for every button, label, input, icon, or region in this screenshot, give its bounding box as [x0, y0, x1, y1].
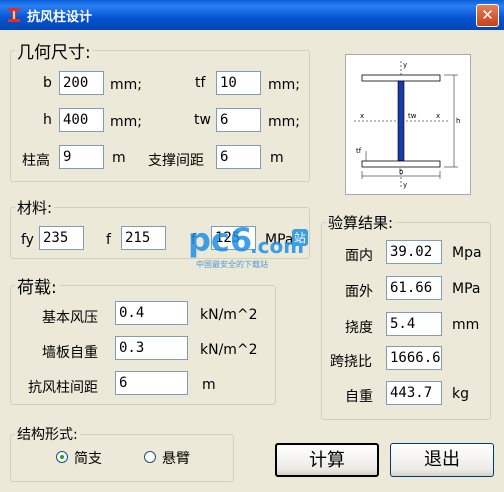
wall-weight-unit: kN/m^2 — [200, 342, 258, 358]
window-title: 抗风柱设计 — [27, 10, 93, 25]
self-weight-label: 自重 — [345, 389, 373, 405]
fv-label: f — [191, 232, 196, 248]
diagram-y-top: y — [403, 61, 407, 69]
calculate-button[interactable]: 计算 — [275, 443, 379, 477]
brace-spacing-input[interactable]: 6 — [216, 145, 261, 169]
tf-unit: mm; — [268, 77, 300, 93]
app-icon — [8, 8, 20, 22]
diagram-x-right: x — [436, 112, 440, 120]
out-plane-unit: MPa — [452, 281, 481, 297]
column-spacing-unit: m — [202, 377, 216, 393]
f-label: f — [106, 232, 111, 248]
watermark-slogan: 中国最安全的下载站 — [196, 260, 268, 269]
title-bar[interactable]: 抗风柱设计 ✕ — [0, 0, 504, 30]
wall-weight-input[interactable]: 0.3 — [115, 336, 188, 360]
wind-pressure-label: 基本风压 — [42, 310, 98, 326]
out-plane-label: 面外 — [345, 284, 373, 300]
brace-spacing-label: 支撑间距 — [148, 153, 204, 169]
self-weight-value[interactable]: 443.7 — [386, 381, 442, 405]
diagram-x-left: x — [360, 112, 364, 120]
fv-input[interactable]: 125 — [211, 226, 256, 250]
h-unit: mm; — [110, 114, 142, 130]
simply-supported-label[interactable]: 简支 — [74, 448, 102, 468]
tw-label: tw — [194, 112, 211, 128]
diagram-tw: tw — [408, 112, 417, 120]
b-unit: mm; — [110, 77, 142, 93]
deflection-unit: mm — [452, 317, 480, 333]
geometry-legend: 几何尺寸: — [17, 43, 91, 63]
fv-unit: MPa — [265, 232, 294, 248]
wind-pressure-input[interactable]: 0.4 — [115, 301, 188, 325]
col-height-label: 柱高 — [22, 153, 50, 169]
results-legend: 验算结果: — [328, 214, 394, 232]
diagram-y-bottom: y — [403, 181, 407, 189]
diagram-h: h — [456, 117, 460, 125]
structure-group: 结构形式: — [10, 424, 234, 482]
wind-pressure-unit: kN/m^2 — [200, 307, 258, 323]
deflection-label: 挠度 — [345, 320, 373, 336]
load-legend: 荷载: — [17, 278, 57, 298]
fy-label: fy — [21, 232, 34, 248]
exit-button[interactable]: 退出 — [390, 443, 494, 477]
material-legend: 材料: — [17, 199, 53, 217]
diagram-b: b — [399, 168, 404, 176]
b-input[interactable]: 200 — [59, 71, 104, 95]
h-input[interactable]: 400 — [59, 108, 104, 132]
in-plane-label: 面内 — [345, 248, 373, 264]
deflection-value[interactable]: 5.4 — [386, 312, 442, 336]
f-input[interactable]: 215 — [121, 226, 166, 250]
structure-legend: 结构形式: — [17, 427, 78, 443]
tw-unit: mm; — [268, 114, 300, 130]
tf-label: tf — [195, 75, 206, 91]
close-button[interactable]: ✕ — [476, 4, 499, 27]
close-icon: ✕ — [481, 6, 494, 24]
col-height-input[interactable]: 9 — [59, 145, 104, 169]
in-plane-unit: Mpa — [452, 245, 482, 261]
simply-supported-radio[interactable] — [56, 451, 68, 463]
in-plane-value[interactable]: 39.02 — [386, 240, 442, 264]
section-diagram: y y x x tw tf h b — [345, 54, 471, 195]
cantilever-radio[interactable] — [144, 451, 156, 463]
span-ratio-label: 跨挠比 — [330, 354, 372, 370]
diagram-tf: tf — [356, 147, 362, 155]
column-spacing-input[interactable]: 6 — [115, 371, 188, 395]
b-label: b — [43, 75, 52, 91]
span-ratio-value[interactable]: 1666.6 — [386, 346, 442, 370]
col-height-unit: m — [112, 150, 126, 166]
tw-input[interactable]: 6 — [216, 108, 261, 132]
h-label: h — [43, 112, 52, 128]
fy-input[interactable]: 235 — [39, 226, 84, 250]
column-spacing-label: 抗风柱间距 — [28, 380, 98, 396]
cantilever-label[interactable]: 悬臂 — [162, 448, 190, 468]
tf-input[interactable]: 10 — [216, 71, 261, 95]
out-plane-value[interactable]: 61.66 — [386, 276, 442, 300]
wall-weight-label: 墙板自重 — [42, 345, 98, 361]
brace-spacing-unit: m — [270, 150, 284, 166]
self-weight-unit: kg — [452, 386, 469, 402]
